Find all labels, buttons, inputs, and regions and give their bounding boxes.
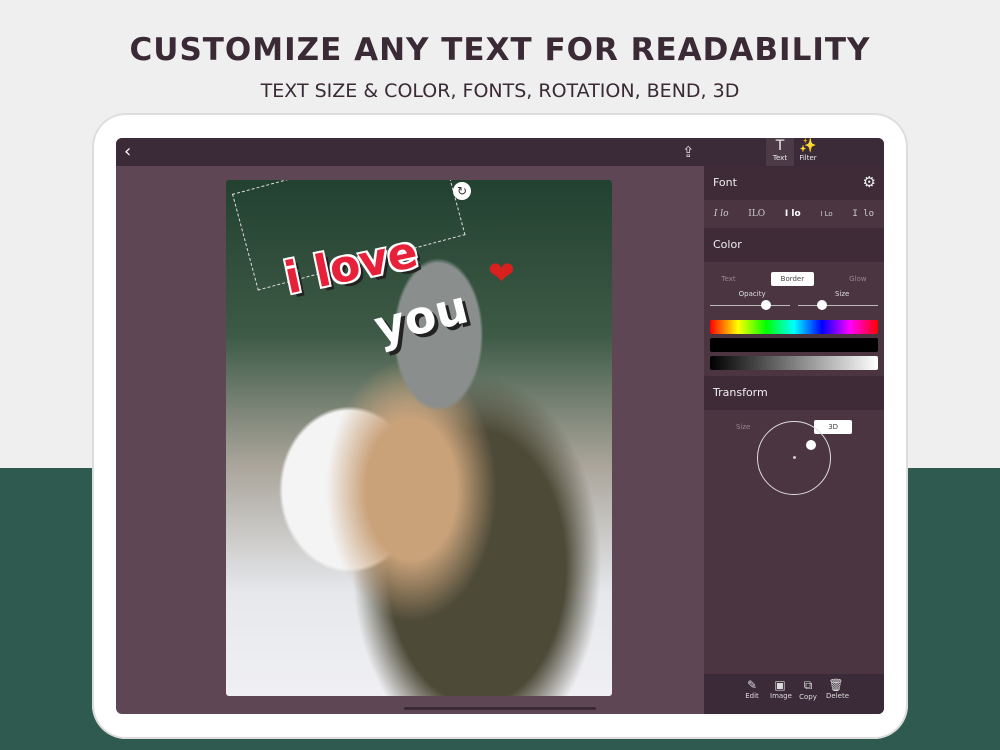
share-icon[interactable]: ⇪ [682,143,695,161]
tab-size[interactable]: Size [736,423,750,431]
font-option[interactable]: I lo [785,209,801,219]
tab-glow-color[interactable]: Glow [849,275,866,283]
opacity-slider-thumb[interactable] [761,300,771,310]
trash-icon: 🗑 [828,678,844,692]
section-title: Color [713,238,742,251]
color-header: Color [704,228,884,262]
button-label: Image [770,692,792,700]
font-option[interactable]: I lo [714,209,729,219]
opacity-label: Opacity [738,290,766,298]
3d-rotation-knob[interactable] [806,440,816,450]
back-icon[interactable]: ‹ [124,141,131,162]
color-target-tabs: Text Border Glow [704,268,884,290]
app-screen: ‹ ⇪ T Text ✨ Filter ↻ i love you ❤ Font ⚙… [116,138,884,714]
heart-icon[interactable]: ❤ [488,254,515,292]
hue-color-bar[interactable] [710,320,878,334]
opacity-slider[interactable] [710,305,790,306]
size-label: Size [834,290,850,298]
edit-button[interactable]: ✎ Edit [742,678,762,714]
headline: CUSTOMIZE ANY TEXT FOR READABILITY [129,32,871,68]
tab-filter[interactable]: ✨ Filter [794,138,822,166]
tab-border-color[interactable]: Border [770,272,815,286]
text-settings-panel: Font ⚙ I lo ILO I lo I Lo I lo Color Text… [704,166,884,714]
font-header: Font ⚙ [704,166,884,200]
copy-icon: ⧉ [803,678,813,692]
font-option[interactable]: I Lo [820,210,832,218]
edit-icon: ✎ [746,678,758,692]
section-title: Transform [713,386,768,399]
font-option[interactable]: ILO [748,209,765,219]
image-icon: ▣ [774,678,786,692]
button-label: Copy [799,693,817,701]
top-toolbar: ‹ ⇪ T Text ✨ Filter [116,138,884,166]
image-button[interactable]: ▣ Image [770,678,792,714]
photo-canvas[interactable]: ↻ i love you ❤ [226,180,612,696]
pad-center [793,456,796,459]
selected-color-bar[interactable] [710,338,878,352]
tab-label: Filter [799,154,817,162]
section-title: Font [713,176,737,189]
size-slider-thumb[interactable] [817,300,827,310]
bottom-actions: ✎ Edit ▣ Image ⧉ Copy 🗑 Delete [704,674,884,714]
tab-text[interactable]: T Text [766,138,794,166]
3d-rotation-pad[interactable] [757,421,831,495]
copy-button[interactable]: ⧉ Copy [798,678,818,714]
sticker-text-you[interactable]: you [369,279,474,354]
button-label: Delete [826,692,849,700]
size-slider[interactable] [798,305,878,306]
magic-wand-icon: ✨ [799,138,817,154]
transform-header: Transform [704,376,884,410]
subheadline: TEXT SIZE & COLOR, FONTS, ROTATION, BEND… [260,80,740,102]
tab-text-color[interactable]: Text [721,275,735,283]
home-indicator [404,707,596,710]
font-option[interactable]: I lo [852,209,874,219]
delete-button[interactable]: 🗑 Delete [826,678,849,714]
rotate-handle-icon[interactable]: ↻ [453,182,471,200]
text-icon: T [775,138,785,154]
brightness-bar[interactable] [710,356,878,370]
font-picker: I lo ILO I lo I Lo I lo [704,200,884,228]
tab-label: Text [772,154,788,162]
button-label: Edit [745,692,759,700]
gear-icon[interactable]: ⚙ [863,173,876,191]
